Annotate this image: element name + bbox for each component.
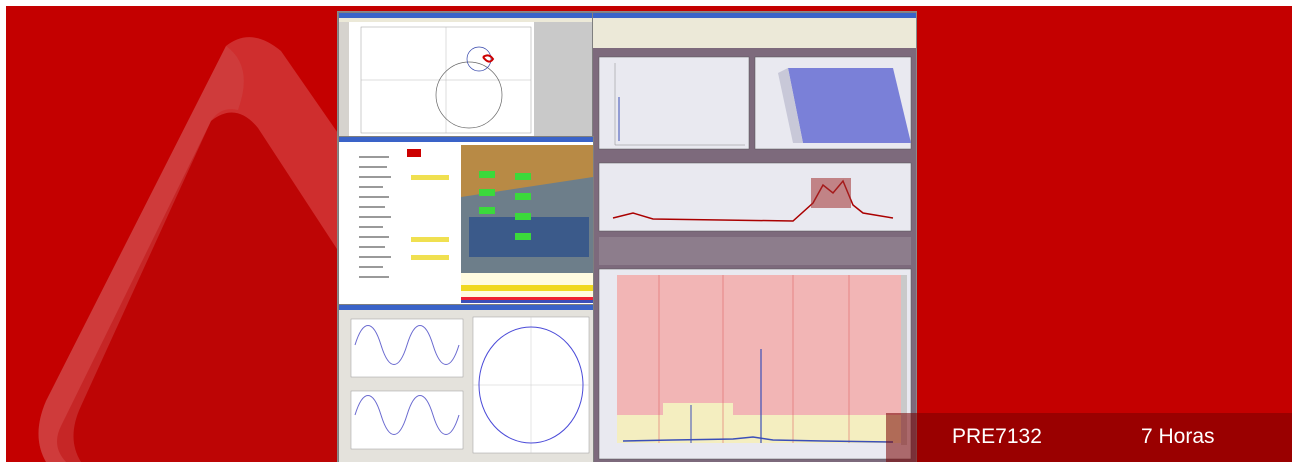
analysis-window	[592, 12, 916, 462]
course-banner: PRE7132 7 Horas	[6, 6, 1292, 462]
course-duration: 7 Horas	[1141, 425, 1215, 448]
waveform-window	[338, 304, 594, 462]
waveform-plots	[339, 310, 593, 462]
course-code: PRE7132	[952, 425, 1042, 448]
software-screenshot	[337, 11, 917, 462]
analysis-plots	[593, 49, 916, 462]
orbit-window	[338, 12, 594, 138]
machine-tree-window	[338, 136, 594, 306]
machine-tree-view	[341, 145, 593, 303]
orbit-plot	[339, 22, 593, 137]
course-info-tag: PRE7132 7 Horas	[886, 413, 1292, 462]
